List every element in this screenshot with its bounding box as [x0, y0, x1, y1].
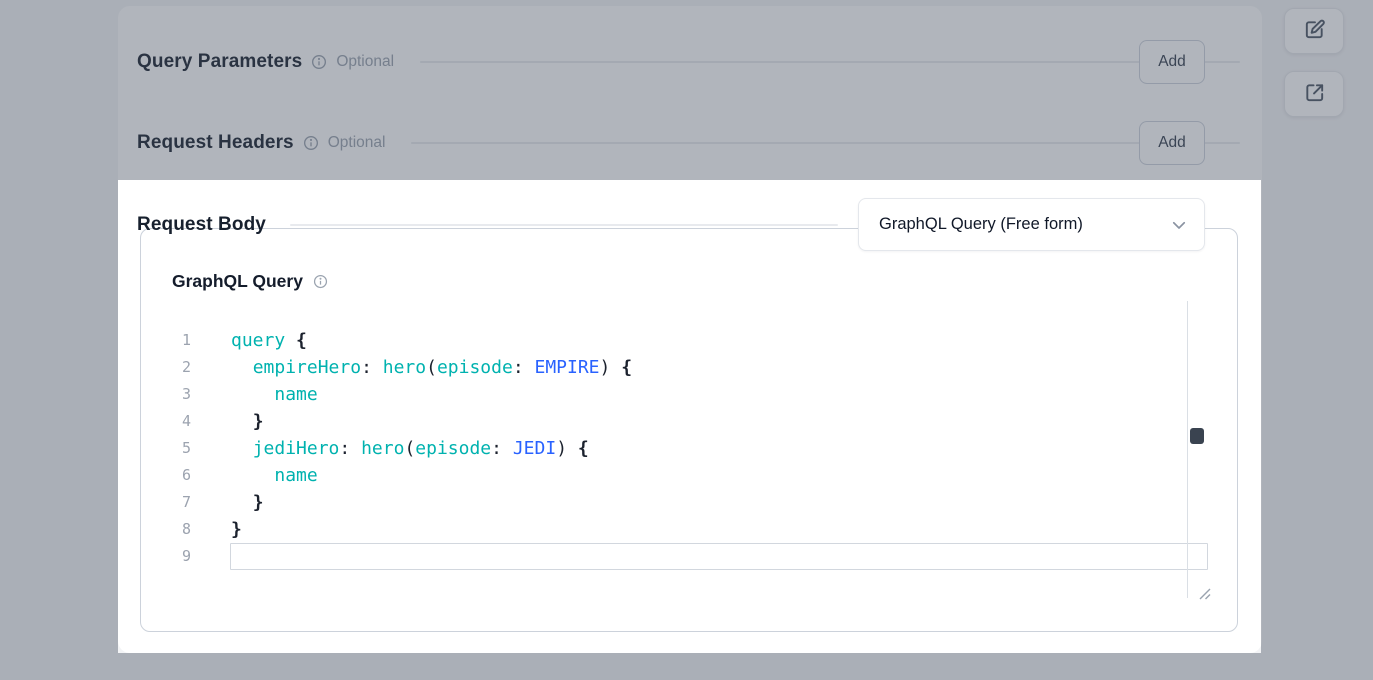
resize-handle[interactable]: [1197, 585, 1211, 599]
external-link-icon: [1303, 81, 1326, 107]
request-body-title: Request Body: [137, 214, 266, 236]
graphql-query-editor[interactable]: 123456789 query { empireHero: hero(episo…: [167, 301, 1209, 601]
graphql-query-fieldset: GraphQL Query 123456789 query { empireHe…: [140, 228, 1238, 632]
code-line: empireHero: hero(episode: EMPIRE) {: [231, 354, 1179, 381]
body-type-select-value: GraphQL Query (Free form): [879, 215, 1083, 234]
line-number: 3: [167, 381, 193, 408]
add-request-header-button[interactable]: Add: [1139, 121, 1205, 165]
info-icon[interactable]: [313, 274, 328, 289]
divider-line: [411, 142, 1240, 144]
query-parameters-section: Query Parameters Optional Add: [137, 40, 1262, 84]
line-number: 9: [167, 543, 193, 570]
optional-label: Optional: [336, 53, 394, 71]
body-type-select[interactable]: GraphQL Query (Free form): [858, 198, 1205, 251]
graphql-query-label-row: GraphQL Query: [172, 271, 328, 292]
code-line: query {: [231, 327, 1179, 354]
divider-line: [420, 61, 1240, 63]
active-line-highlight: [230, 543, 1208, 570]
scrollbar-track-divider: [1187, 301, 1188, 598]
graphql-query-label: GraphQL Query: [172, 271, 303, 292]
code-line: }: [231, 408, 1179, 435]
line-number: 8: [167, 516, 193, 543]
query-parameters-title: Query Parameters: [137, 51, 302, 73]
request-config-card: Query Parameters Optional Add Request He…: [118, 6, 1262, 653]
edit-icon: [1303, 18, 1326, 44]
line-number: 7: [167, 489, 193, 516]
request-headers-section: Request Headers Optional Add: [137, 121, 1262, 165]
optional-label: Optional: [328, 134, 386, 152]
edit-button[interactable]: [1284, 8, 1344, 54]
code-line: name: [231, 381, 1179, 408]
open-external-button[interactable]: [1284, 71, 1344, 117]
request-body-header: Request Body GraphQL Query (Free form): [137, 198, 1262, 251]
request-headers-title: Request Headers: [137, 132, 294, 154]
side-toolbar: [1284, 8, 1344, 117]
code-line: }: [231, 489, 1179, 516]
divider-line: [290, 224, 838, 226]
code-line: jediHero: hero(episode: JEDI) {: [231, 435, 1179, 462]
line-number: 5: [167, 435, 193, 462]
add-query-parameter-button[interactable]: Add: [1139, 40, 1205, 84]
code-line: }: [231, 516, 1179, 543]
line-number-gutter: 123456789: [167, 327, 193, 570]
line-number: 4: [167, 408, 193, 435]
code-line: name: [231, 462, 1179, 489]
scrollbar-thumb[interactable]: [1190, 428, 1204, 444]
code-lines: query { empireHero: hero(episode: EMPIRE…: [231, 327, 1179, 570]
line-number: 1: [167, 327, 193, 354]
chevron-down-icon: [1170, 216, 1188, 234]
line-number: 6: [167, 462, 193, 489]
info-icon[interactable]: [311, 54, 327, 70]
info-icon[interactable]: [303, 135, 319, 151]
line-number: 2: [167, 354, 193, 381]
